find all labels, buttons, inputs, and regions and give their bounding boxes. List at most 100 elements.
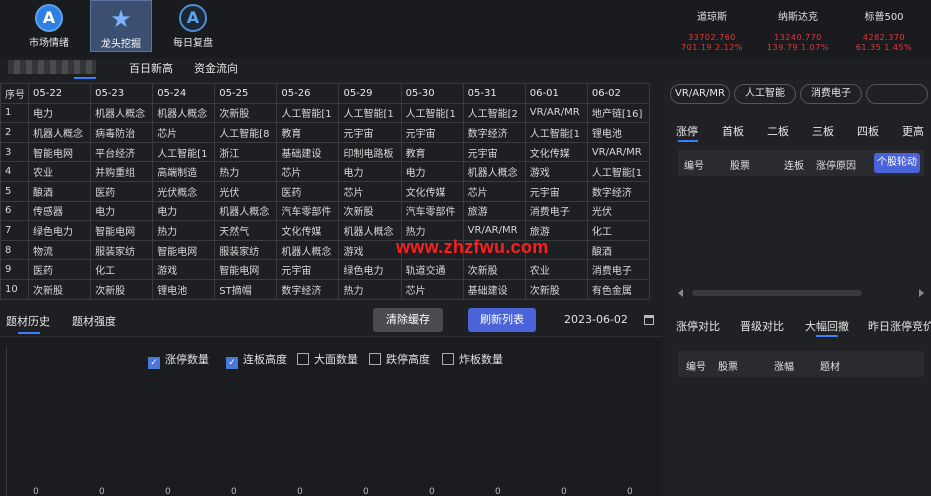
theme-cell[interactable]: 绿色电力 [27,220,92,241]
theme-cell[interactable]: 文化传媒 [524,141,588,163]
theme-cell[interactable]: 电力 [400,161,464,182]
table-row[interactable]: 1 电力 机器人概念 机器人概念 次新股 人工智能[1 人工智能[1 人工智能[1 人工智能[2… [0,102,651,124]
table-row[interactable]: 2 机器人概念 病毒防治 芯片 人工智能[8 教育 元宇宙 元宇宙 数字经济 人工智能[1 锂电池 [0,122,651,143]
theme-cell[interactable]: 机器人概念 [214,200,278,222]
theme-cell[interactable]: 农业 [524,259,588,280]
theme-cell[interactable]: 消费电子 [586,259,651,280]
theme-cell[interactable]: 人工智能[8 [214,122,278,143]
theme-cell[interactable]: 数字经济 [276,278,340,300]
theme-cell[interactable]: 机器人概念 [27,122,92,143]
theme-cell[interactable]: 化工 [586,220,651,241]
theme-cell[interactable]: 热力 [152,220,216,241]
theme-cell[interactable]: 智能电网 [152,239,216,261]
theme-cell[interactable]: 文化传媒 [276,220,340,241]
table-row[interactable]: 4 农业 并购重组 高端制造 热力 芯片 电力 电力 机器人概念 游戏 人工智能[1 [0,161,651,182]
tab-limit-up[interactable]: 涨停 [676,123,698,139]
theme-cell[interactable]: ST摘帽 [214,278,278,300]
toggle-board-height[interactable]: ✓ 连板高度 [226,351,287,369]
theme-cell[interactable]: 机器人概念 [462,161,526,182]
theme-cell[interactable]: 汽车零部件 [400,200,464,222]
tab-second-board[interactable]: 二板 [767,123,789,139]
theme-cell[interactable]: 锂电池 [152,278,216,300]
theme-cell[interactable]: 人工智能[1 [586,161,651,182]
theme-cell[interactable]: 次新股 [462,259,526,280]
theme-cell[interactable]: 并购重组 [90,161,154,182]
theme-cell[interactable]: 天然气 [214,220,278,241]
theme-cell[interactable]: 元宇宙 [524,180,588,202]
checkbox-icon[interactable] [442,353,454,365]
checkbox-icon[interactable] [369,353,381,365]
theme-cell[interactable]: 电力 [152,200,216,222]
scroll-right-icon[interactable] [919,289,924,297]
theme-cell[interactable]: 化工 [90,259,154,280]
theme-cell[interactable]: 农业 [27,161,92,182]
theme-pill[interactable]: 消费电子 [800,84,862,104]
theme-cell[interactable]: 机器人概念 [338,220,402,241]
theme-cell[interactable]: 次新股 [90,278,154,300]
theme-cell[interactable]: VR/AR/MR [524,102,588,124]
theme-cell[interactable]: 元宇宙 [338,122,402,143]
toggle-limit-down-height[interactable]: 跌停高度 [369,351,430,367]
tab-yesterday-limit-up-auction[interactable]: 昨日涨停竞价 [868,318,931,334]
table-row[interactable]: 7 绿色电力 智能电网 热力 天然气 文化传媒 机器人概念 热力 VR/AR/MR 旅游 化工 [0,220,651,241]
blurred-tab[interactable] [8,60,96,74]
horizontal-scrollbar[interactable] [678,289,924,297]
tab-higher[interactable]: 更高 [902,123,924,139]
theme-cell[interactable]: 次新股 [524,278,588,300]
tab-fund-flow[interactable]: 资金流向 [194,60,238,76]
calendar-icon[interactable] [644,315,654,325]
theme-cell[interactable]: 智能电网 [27,141,92,163]
checkbox-icon[interactable] [297,353,309,365]
tab-theme-history[interactable]: 题材历史 [6,313,50,329]
theme-cell[interactable]: 服装家纺 [90,239,154,261]
theme-cell[interactable]: 教育 [276,122,340,143]
table-row[interactable]: 10 次新股 次新股 锂电池 ST摘帽 数字经济 热力 芯片 基础建设 次新股 有色金属 [0,278,651,300]
theme-cell[interactable]: 轨道交通 [400,259,464,280]
theme-pill[interactable]: VR/AR/MR [670,84,730,104]
theme-pill[interactable] [866,84,928,104]
theme-cell[interactable]: 机器人概念 [90,102,154,124]
theme-cell[interactable]: 酿酒 [27,180,92,202]
table-row[interactable]: 3 智能电网 平台经济 人工智能[1 浙江 基础建设 印制电路板 教育 元宇宙 文化传媒 VR/AR… [0,141,651,163]
date-picker[interactable]: 2023-06-02 [556,310,660,330]
theme-cell[interactable]: 高端制造 [152,161,216,182]
theme-cell[interactable]: 印制电路板 [338,141,402,163]
theme-cell[interactable]: 元宇宙 [276,259,340,280]
theme-cell[interactable]: 光伏概念 [152,180,216,202]
theme-cell[interactable]: 游戏 [152,259,216,280]
theme-cell[interactable]: 人工智能[1 [524,122,588,143]
theme-cell[interactable]: 人工智能[1 [338,102,402,124]
theme-cell[interactable]: 次新股 [214,102,278,124]
theme-cell[interactable]: 次新股 [27,278,92,300]
theme-cell[interactable]: 地产链[16] [586,102,651,124]
tab-promotion-compare[interactable]: 晋级对比 [740,318,784,334]
theme-cell[interactable]: 文化传媒 [400,180,464,202]
stock-rotation-button[interactable]: 个股轮动 [874,153,920,173]
table-row[interactable]: 5 酿酒 医药 光伏概念 光伏 医药 芯片 文化传媒 芯片 元宇宙 数字经济 [0,180,651,202]
theme-cell[interactable]: 芯片 [400,278,464,300]
theme-cell[interactable]: 光伏 [586,200,651,222]
theme-cell[interactable]: 人工智能[1 [152,141,216,163]
theme-cell[interactable]: 平台经济 [90,141,154,163]
refresh-list-button[interactable]: 刷新列表 [468,308,536,332]
theme-cell[interactable]: 智能电网 [90,220,154,241]
theme-cell[interactable]: 热力 [214,161,278,182]
theme-cell[interactable]: 医药 [276,180,340,202]
table-row[interactable]: 6 传感器 电力 电力 机器人概念 汽车零部件 次新股 汽车零部件 旅游 消费电子 光伏 [0,200,651,222]
theme-cell[interactable]: 芯片 [276,161,340,182]
theme-cell[interactable]: 旅游 [462,200,526,222]
tab-fourth-board[interactable]: 四板 [857,123,879,139]
tab-limit-up-compare[interactable]: 涨停对比 [676,318,720,334]
tab-third-board[interactable]: 三板 [812,123,834,139]
theme-cell[interactable]: 消费电子 [524,200,588,222]
theme-cell[interactable]: 医药 [27,259,92,280]
theme-cell[interactable]: 电力 [90,200,154,222]
theme-cell[interactable]: 机器人概念 [276,239,340,261]
theme-cell[interactable]: VR/AR/MR [586,141,651,163]
theme-cell[interactable]: 机器人概念 [152,102,216,124]
scroll-left-icon[interactable] [678,289,683,297]
checkbox-checked-icon[interactable]: ✓ [148,357,160,369]
theme-cell[interactable]: 汽车零部件 [276,200,340,222]
nav-market-sentiment[interactable]: A 市场情绪 [18,0,80,52]
theme-cell[interactable]: 医药 [90,180,154,202]
